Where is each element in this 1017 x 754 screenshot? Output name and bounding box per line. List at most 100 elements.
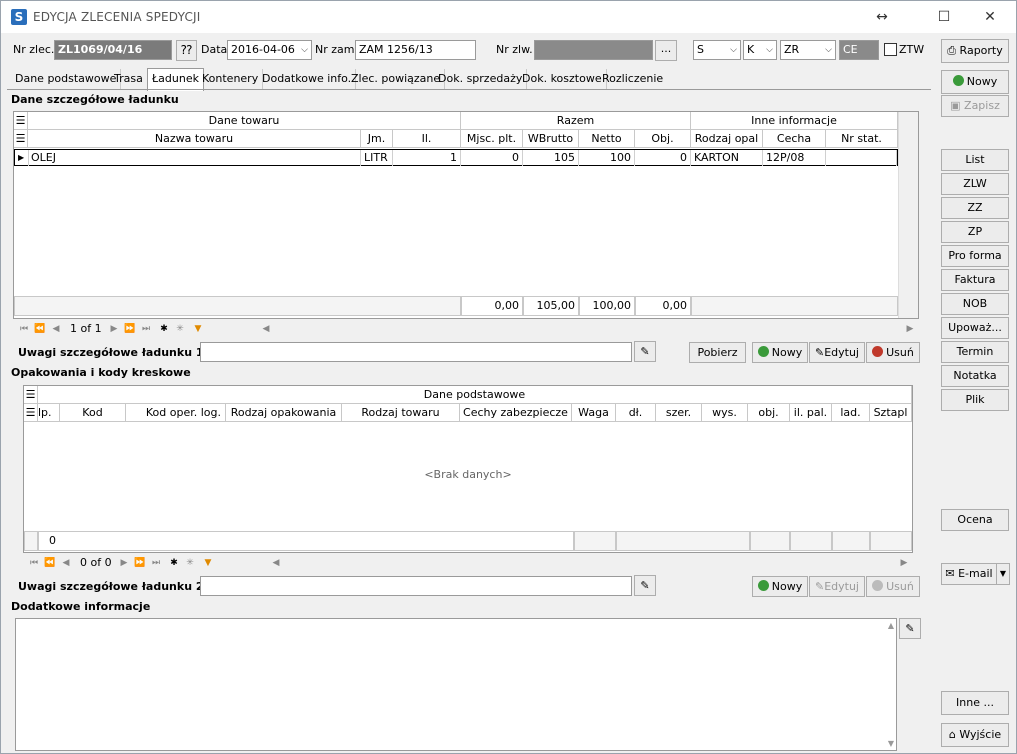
col-waga[interactable]: Waga: [572, 404, 616, 422]
pobierz-button[interactable]: Pobierz: [689, 342, 746, 363]
notatka-button[interactable]: Notatka: [941, 365, 1009, 387]
tab-dok-sprzedazy[interactable]: Dok. sprzedaży: [434, 69, 528, 89]
col-rodzaj-towaru[interactable]: Rodzaj towaru: [342, 404, 460, 422]
combo-zr[interactable]: ZR ⌵: [780, 40, 836, 60]
cell-wbrutto[interactable]: 105: [523, 150, 579, 166]
col-il-pal[interactable]: il. pal.: [790, 404, 832, 422]
vertical-scrollbar[interactable]: [898, 112, 918, 318]
prev-record-icon[interactable]: ◀: [49, 322, 63, 336]
next-record-icon[interactable]: ▶: [117, 556, 131, 570]
next-page-icon[interactable]: ⏩: [123, 322, 137, 336]
wyjscie-button[interactable]: ⌂ Wyjście: [941, 723, 1009, 747]
filter-icon[interactable]: ▼: [191, 322, 205, 336]
last-page-icon[interactable]: ⏭: [139, 322, 153, 336]
nr-zlw-field[interactable]: [534, 40, 653, 60]
opakowania-edytuj-button[interactable]: ✎Edytuj: [809, 576, 865, 597]
scroll-right-icon[interactable]: ▶: [897, 556, 911, 570]
table-row[interactable]: ▶ OLEJ LITR 1 0 105 100 0 KARTON 12P/08: [14, 149, 898, 166]
column-chooser-icon[interactable]: ☰: [14, 112, 28, 130]
tab-dane-podstawowe[interactable]: Dane podstawowe: [11, 69, 122, 89]
cell-il[interactable]: 1: [393, 150, 461, 166]
col-mjsc-plt[interactable]: Mjsc. plt.: [461, 130, 523, 148]
col-obj[interactable]: obj.: [748, 404, 790, 422]
col-jm[interactable]: Jm.: [361, 130, 393, 148]
new-record-icon[interactable]: ✱: [157, 322, 171, 336]
cell-rodzaj[interactable]: KARTON: [691, 150, 763, 166]
upowaz-button[interactable]: Upoważ...: [941, 317, 1009, 339]
col-wbrutto[interactable]: WBrutto: [523, 130, 579, 148]
copy-record-icon[interactable]: ✳: [183, 556, 197, 570]
col-lp[interactable]: lp.: [38, 404, 60, 422]
col-sztapl[interactable]: Sztapl: [870, 404, 912, 422]
combo-k[interactable]: K ⌵: [743, 40, 777, 60]
pro-forma-button[interactable]: Pro forma: [941, 245, 1009, 267]
termin-button[interactable]: Termin: [941, 341, 1009, 363]
email-dropdown-chevron-icon[interactable]: ▼: [996, 563, 1010, 585]
cell-obj[interactable]: 0: [635, 150, 691, 166]
cell-nrstat[interactable]: [826, 150, 897, 166]
col-dl[interactable]: dł.: [616, 404, 656, 422]
col-obj[interactable]: Obj.: [635, 130, 691, 148]
col-szer[interactable]: szer.: [656, 404, 702, 422]
opakowania-nowy-button[interactable]: Nowy: [752, 576, 808, 597]
scroll-up-icon[interactable]: ▲: [888, 621, 894, 630]
column-chooser-icon[interactable]: ☰: [14, 130, 28, 148]
inne-button[interactable]: Inne ...: [941, 691, 1009, 715]
first-page-icon[interactable]: ⏮: [27, 556, 41, 570]
col-il[interactable]: Il.: [393, 130, 461, 148]
first-page-icon[interactable]: ⏮: [17, 322, 31, 336]
faktura-button[interactable]: Faktura: [941, 269, 1009, 291]
col-lad[interactable]: lad.: [832, 404, 870, 422]
col-rodzaj-opakowania[interactable]: Rodzaj opakowania: [226, 404, 342, 422]
col-kod-oper-log[interactable]: Kod oper. log.: [126, 404, 226, 422]
cell-mjsc[interactable]: 0: [461, 150, 523, 166]
prev-page-icon[interactable]: ⏪: [43, 556, 57, 570]
ladunek-edytuj-button[interactable]: ✎Edytuj: [809, 342, 865, 363]
ladunek-usun-button[interactable]: Usuń: [866, 342, 920, 363]
next-page-icon[interactable]: ⏩: [133, 556, 147, 570]
scroll-right-icon[interactable]: ▶: [903, 322, 917, 336]
nr-zam-field[interactable]: ZAM 1256/13: [355, 40, 476, 60]
zapisz-button[interactable]: ▣ Zapisz: [941, 95, 1009, 117]
last-page-icon[interactable]: ⏭: [149, 556, 163, 570]
prev-record-icon[interactable]: ◀: [59, 556, 73, 570]
zlw-button[interactable]: ZLW: [941, 173, 1009, 195]
new-record-icon[interactable]: ✱: [167, 556, 181, 570]
ztw-checkbox[interactable]: [884, 43, 897, 56]
col-rodzaj-opal[interactable]: Rodzaj opal: [691, 130, 763, 148]
scroll-left-icon[interactable]: ◀: [259, 322, 273, 336]
zp-button[interactable]: ZP: [941, 221, 1009, 243]
col-nazwa-towaru[interactable]: Nazwa towaru: [28, 130, 361, 148]
ladunek-nowy-button[interactable]: Nowy: [752, 342, 808, 363]
ocena-button[interactable]: Ocena: [941, 509, 1009, 531]
date-field[interactable]: 2016-04-06 ⌵: [227, 40, 312, 60]
prev-page-icon[interactable]: ⏪: [33, 322, 47, 336]
column-chooser-icon[interactable]: ☰: [24, 404, 38, 422]
tab-zlec-powiazane[interactable]: Zlec. powiązane: [347, 69, 446, 89]
cell-cecha[interactable]: 12P/08: [763, 150, 826, 166]
col-kod[interactable]: Kod: [60, 404, 126, 422]
col-cechy-zabezpieczen[interactable]: Cechy zabezpiecze: [460, 404, 572, 422]
edit-note-icon[interactable]: ✎: [634, 341, 656, 362]
nr-zlw-ellipsis-button[interactable]: ...: [655, 40, 677, 61]
scroll-down-icon[interactable]: ▼: [888, 739, 894, 748]
close-button[interactable]: ✕: [967, 1, 1013, 33]
nr-zlec-field[interactable]: ZL1069/04/16: [54, 40, 172, 60]
col-cecha[interactable]: Cecha: [763, 130, 826, 148]
dodatkowe-textarea[interactable]: ▲ ▼: [15, 618, 897, 751]
cell-netto[interactable]: 100: [579, 150, 635, 166]
copy-record-icon[interactable]: ✳: [173, 322, 187, 336]
ce-field[interactable]: CE: [839, 40, 879, 60]
scroll-left-icon[interactable]: ◀: [269, 556, 283, 570]
tab-dok-kosztowe[interactable]: Dok. kosztowe: [518, 69, 607, 89]
cell-nazwa[interactable]: OLEJ: [28, 150, 361, 166]
col-wys[interactable]: wys.: [702, 404, 748, 422]
tab-kontenery[interactable]: Kontenery: [198, 69, 264, 89]
column-chooser-icon[interactable]: ☰: [24, 386, 38, 404]
email-button[interactable]: ✉ E-mail: [941, 563, 997, 585]
filter-icon[interactable]: ▼: [201, 556, 215, 570]
raporty-button[interactable]: ⎙ Raporty: [941, 39, 1009, 63]
tab-rozliczenie[interactable]: Rozliczenie: [598, 69, 667, 89]
tab-trasa[interactable]: Trasa: [110, 69, 148, 89]
nob-button[interactable]: NOB: [941, 293, 1009, 315]
